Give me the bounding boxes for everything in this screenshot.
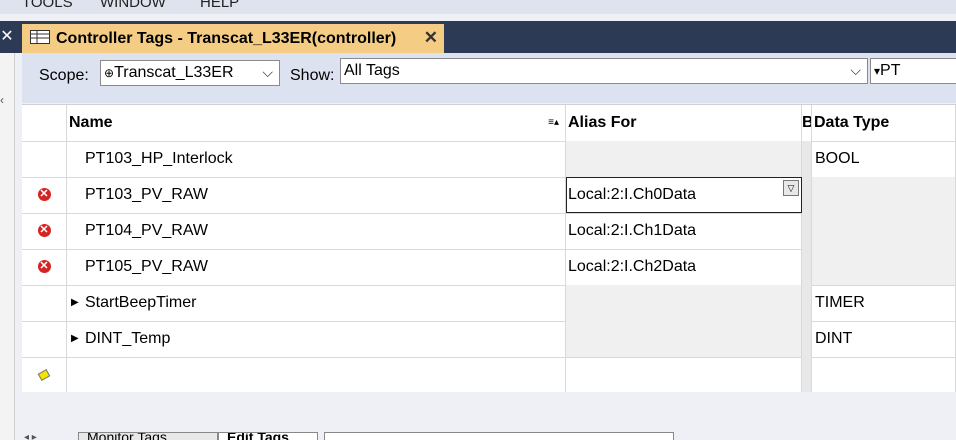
alias-value[interactable]: Local:2:I.Ch1Data — [566, 222, 696, 239]
alias-dropdown-icon[interactable]: ▽ — [783, 180, 799, 196]
filter-value: ▾PT — [874, 62, 901, 79]
table-row[interactable]: ✕ PT103_PV_RAW Local:2:I.Ch0Data ▽ — [22, 177, 956, 214]
table-row[interactable]: ▶ StartBeepTimer TIMER — [22, 285, 956, 322]
tab-monitor-tags[interactable]: Monitor Tags — [78, 432, 218, 440]
bottom-area: ◂ ▸ Monitor Tags Edit Tags — [22, 392, 956, 440]
tab-scroll-left-icon[interactable]: ◂ ▸ — [24, 432, 37, 440]
header-blank — [22, 105, 67, 141]
close-tab-icon[interactable]: ✕ — [424, 28, 438, 48]
header-row: Name ≡▴ Alias For B Data Type — [22, 105, 956, 142]
tag-name[interactable]: PT103_HP_Interlock — [67, 150, 233, 167]
error-icon: ✕ — [37, 260, 51, 274]
header-base[interactable]: B — [802, 105, 812, 141]
data-type[interactable]: BOOL — [812, 150, 859, 167]
new-tag-row[interactable] — [22, 357, 956, 394]
menu-bar: TOOLS WINDOW HELP — [0, 0, 956, 14]
tag-name[interactable]: StartBeepTimer — [67, 294, 196, 311]
header-name[interactable]: Name ≡▴ — [67, 105, 566, 141]
menu-help[interactable]: HELP — [200, 0, 239, 11]
controller-icon: ⊕ — [104, 66, 115, 80]
scroll-left-icon[interactable]: ‹ — [0, 93, 4, 107]
chevron-down-icon: ⌵ — [850, 62, 861, 78]
chevron-down-icon: ⌵ — [262, 64, 273, 80]
expand-arrow-icon[interactable]: ▶ — [71, 321, 79, 357]
scope-dropdown[interactable]: ⊕Transcat_L33ER ⌵ — [100, 60, 280, 86]
show-value: All Tags — [344, 62, 400, 79]
tag-toolbar: Scope: ⊕Transcat_L33ER ⌵ Show: All Tags … — [22, 53, 956, 103]
table-row[interactable]: PT103_HP_Interlock BOOL — [22, 141, 956, 178]
error-icon: ✕ — [37, 224, 51, 238]
pane-close-icon[interactable]: ✕ — [0, 21, 14, 53]
new-tag-icon — [37, 369, 51, 381]
tag-name[interactable]: DINT_Temp — [67, 330, 170, 347]
scope-value: ⊕Transcat_L33ER — [104, 64, 234, 81]
data-type[interactable]: DINT — [812, 330, 852, 347]
tag-name[interactable]: PT105_PV_RAW — [67, 258, 208, 275]
table-row[interactable]: ▶ DINT_Temp DINT — [22, 321, 956, 358]
alias-cell[interactable] — [566, 141, 802, 177]
header-type[interactable]: Data Type — [812, 105, 956, 141]
left-pane: ‹ — [0, 53, 15, 440]
tab-controller-tags[interactable]: Controller Tags - Transcat_L33ER(control… — [22, 24, 444, 53]
show-dropdown[interactable]: All Tags ⌵ — [340, 58, 868, 84]
document-tabstrip: ✕ Controller Tags - Transcat_L33ER(contr… — [0, 21, 956, 53]
table-row[interactable]: ✕ PT105_PV_RAW Local:2:I.Ch2Data — [22, 249, 956, 286]
alias-edit-field[interactable]: Local:2:I.Ch0Data ▽ — [566, 177, 802, 213]
tab-edit-tags[interactable]: Edit Tags — [218, 432, 318, 440]
view-tabs: ◂ ▸ Monitor Tags Edit Tags — [22, 432, 956, 440]
menu-window[interactable]: WINDOW — [100, 0, 166, 11]
expand-arrow-icon[interactable]: ▶ — [71, 285, 79, 321]
row-status — [22, 141, 67, 177]
tag-name[interactable]: PT104_PV_RAW — [67, 222, 208, 239]
menu-tools[interactable]: TOOLS — [22, 0, 73, 11]
header-alias[interactable]: Alias For — [566, 105, 802, 141]
sort-icon[interactable]: ≡▴ — [548, 105, 559, 141]
scope-label: Scope: — [39, 67, 89, 84]
tag-grid: Name ≡▴ Alias For B Data Type PT103_HP_I… — [22, 104, 956, 394]
new-tag-name-cell[interactable] — [67, 357, 566, 393]
tag-name[interactable]: PT103_PV_RAW — [67, 186, 208, 203]
tag-table-icon — [30, 30, 50, 49]
show-label: Show: — [290, 67, 335, 84]
data-type[interactable]: TIMER — [812, 294, 865, 311]
tab-title: Controller Tags - Transcat_L33ER(control… — [56, 30, 397, 47]
horizontal-scrollbar[interactable] — [324, 432, 674, 440]
error-icon: ✕ — [37, 188, 51, 202]
table-row[interactable]: ✕ PT104_PV_RAW Local:2:I.Ch1Data — [22, 213, 956, 250]
name-filter-input[interactable]: ▾PT — [870, 58, 956, 84]
alias-value[interactable]: Local:2:I.Ch2Data — [566, 258, 696, 275]
